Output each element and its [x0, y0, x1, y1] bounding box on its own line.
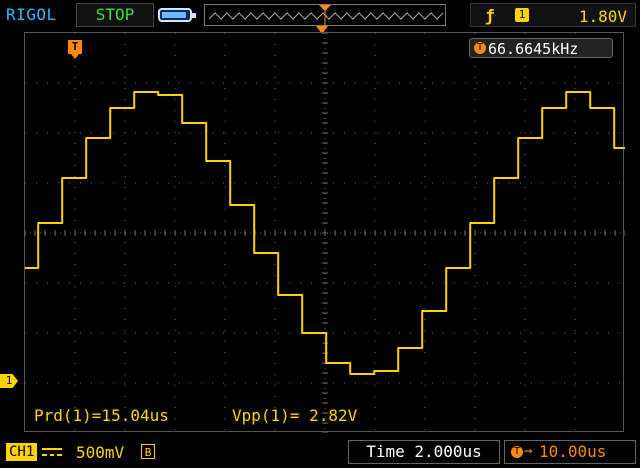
ch1-sample-point	[120, 107, 122, 109]
run-stop-status[interactable]: STOP	[76, 3, 154, 27]
dc-coupling-icon	[42, 448, 62, 456]
rising-edge-icon: ƒ	[485, 6, 495, 25]
ch1-sample-point	[240, 204, 242, 206]
ch1-sample-point	[288, 294, 290, 296]
ch1-sample-point	[168, 94, 170, 96]
arrow-right-icon: →	[524, 443, 533, 459]
ch1-sample-point	[384, 370, 386, 372]
ch1-sample-point	[192, 122, 194, 124]
memory-depth-icon	[158, 8, 196, 22]
ch1-offset-marker[interactable]: 1	[0, 374, 18, 388]
ch1-sample-point	[408, 347, 410, 349]
trigger-offset[interactable]: T → 10.00us	[504, 440, 636, 464]
trigger-panel[interactable]: ƒ 1 1.80V	[470, 3, 636, 27]
ch1-sample-point	[480, 222, 482, 224]
trigger-level: 1.80V	[578, 7, 627, 26]
brand-logo: RIGOL	[6, 5, 57, 24]
ch1-sample-point	[336, 362, 338, 364]
ch1-label[interactable]: CH1	[6, 443, 38, 461]
trigger-offset-value: 10.00us	[539, 442, 607, 461]
ch1-sample-point	[96, 137, 98, 139]
ch1-sample-point	[504, 177, 506, 179]
ch1-sample-point	[312, 332, 314, 334]
trigger-icon: T	[511, 446, 523, 458]
vpp-measurement: Vpp(1)= 2.82V	[232, 406, 358, 425]
timebase[interactable]: Time 2.000us	[348, 440, 500, 464]
ch1-sample-point	[144, 91, 146, 93]
trigger-time-marker[interactable]: T	[68, 40, 82, 59]
ch1-sample-point	[48, 222, 50, 224]
channel-status-bar: CH1 500mV B Time 2.000us T → 10.00us	[0, 438, 640, 468]
waveform-display[interactable]	[24, 32, 625, 433]
ch1-sample-point	[432, 310, 434, 312]
ch1-sample-point	[360, 373, 362, 375]
ch1-sample-point	[264, 252, 266, 254]
ch1-sample-point	[216, 160, 218, 162]
trigger-source-badge: 1	[515, 8, 529, 22]
ch1-sample-point	[528, 137, 530, 139]
period-measurement: Prd(1)=15.04us	[34, 406, 169, 425]
frequency-counter: T 66.6645kHz	[469, 38, 613, 58]
waveform-svg	[25, 33, 625, 433]
ch1-sample-point	[600, 107, 602, 109]
ch1-sample-point	[552, 107, 554, 109]
bandwidth-limit-badge: B	[141, 444, 155, 459]
ch1-sample-point	[456, 267, 458, 269]
waveform-position-strip[interactable]	[204, 4, 446, 27]
volts-per-div[interactable]: 500mV	[76, 443, 124, 462]
trigger-icon: T	[474, 42, 486, 54]
ch1-sample-point	[576, 91, 578, 93]
ch1-sample-point	[72, 177, 74, 179]
frequency-value: 66.6645kHz	[488, 40, 579, 58]
